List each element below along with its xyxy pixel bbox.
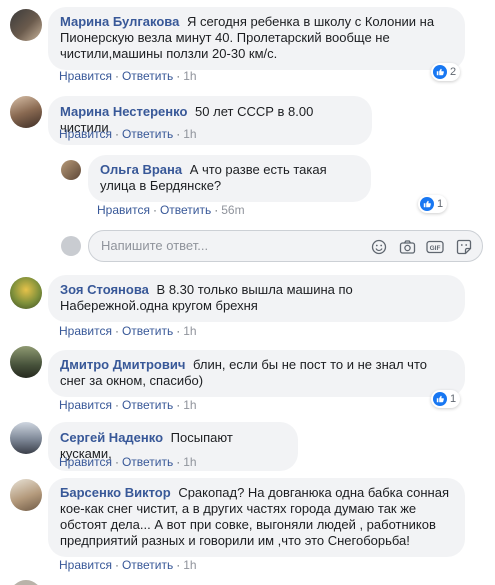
comment-actions: Нравится · Ответить · 1h [59,69,197,83]
reply-link[interactable]: Ответить [122,127,173,141]
like-link[interactable]: Нравится [59,558,112,572]
comment-author[interactable]: Дмитро Дмитрович [60,357,185,372]
comment-time[interactable]: 1h [183,558,196,572]
reply-link[interactable]: Ответить [122,558,173,572]
comment-time[interactable]: 56m [221,203,244,217]
comment-actions: Нравится · Ответить · 1h [59,127,197,141]
thumbs-up-icon [433,392,447,406]
reply-input[interactable] [101,238,361,253]
reply-link[interactable]: Ответить [160,203,211,217]
avatar[interactable] [61,160,81,180]
emoji-icon[interactable] [370,238,388,256]
like-count: 1 [437,198,444,210]
avatar[interactable] [10,479,42,511]
avatar[interactable] [10,9,42,41]
sticker-icon[interactable] [455,238,473,256]
avatar[interactable] [10,422,42,454]
comment-author[interactable]: Марина Нестеренко [60,104,187,119]
avatar[interactable] [10,346,42,378]
comment-author[interactable]: Ольга Врана [100,162,182,177]
reply-link[interactable]: Ответить [122,398,173,412]
reply-link[interactable]: Ответить [122,69,173,83]
comment-bubble: Барсенко Виктор Сракопад? На довганюка о… [48,478,465,557]
comment-time[interactable]: 1h [183,69,196,83]
comment-actions: Нравится · Ответить · 1h [59,558,197,572]
like-link[interactable]: Нравится [59,455,112,469]
comment-actions: Нравится · Ответить · 1h [59,398,197,412]
thumbs-up-icon [420,197,434,211]
like-link[interactable]: Нравится [59,127,112,141]
svg-text:GIF: GIF [430,245,441,252]
like-count-badge[interactable]: 1 [431,390,461,408]
gif-icon[interactable]: GIF [426,238,444,256]
avatar[interactable] [10,277,42,309]
like-count: 2 [450,66,457,78]
like-count: 1 [450,393,457,405]
comment-author[interactable]: Сергей Наденко [60,430,163,445]
comment-time[interactable]: 1h [183,455,196,469]
avatar[interactable] [10,96,42,128]
like-count-badge[interactable]: 1 [418,195,448,213]
reply-link[interactable]: Ответить [122,455,173,469]
comment-time[interactable]: 1h [183,398,196,412]
comment-author[interactable]: Зоя Стоянова [60,282,149,297]
comment-bubble: Зоя Стоянова В 8.30 только вышла машина … [48,275,465,322]
comment-bubble: Дмитро Дмитрович блин, если бы не пост т… [48,350,465,397]
comment-actions: Нравится · Ответить · 1h [59,324,197,338]
comment-bubble: Ольга Врана А что разве есть такая улица… [88,155,371,202]
like-link[interactable]: Нравится [97,203,150,217]
comment-time[interactable]: 1h [183,324,196,338]
like-link[interactable]: Нравится [59,324,112,338]
comment-bubble: Марина Булгакова Я сегодня ребенка в шко… [48,7,465,70]
comment-actions: Нравится · Ответить · 1h [59,455,197,469]
like-count-badge[interactable]: 2 [431,63,461,81]
comment-actions: Нравится · Ответить · 56m [97,203,245,217]
comment-author[interactable]: Марина Булгакова [60,14,179,29]
reply-link[interactable]: Ответить [122,324,173,338]
reply-composer: GIF [88,230,483,262]
comment-time[interactable]: 1h [183,127,196,141]
like-link[interactable]: Нравится [59,69,112,83]
like-link[interactable]: Нравится [59,398,112,412]
avatar[interactable] [10,580,42,585]
thumbs-up-icon [433,65,447,79]
comment-author[interactable]: Барсенко Виктор [60,485,171,500]
camera-icon[interactable] [398,238,416,256]
current-user-avatar [61,236,81,256]
